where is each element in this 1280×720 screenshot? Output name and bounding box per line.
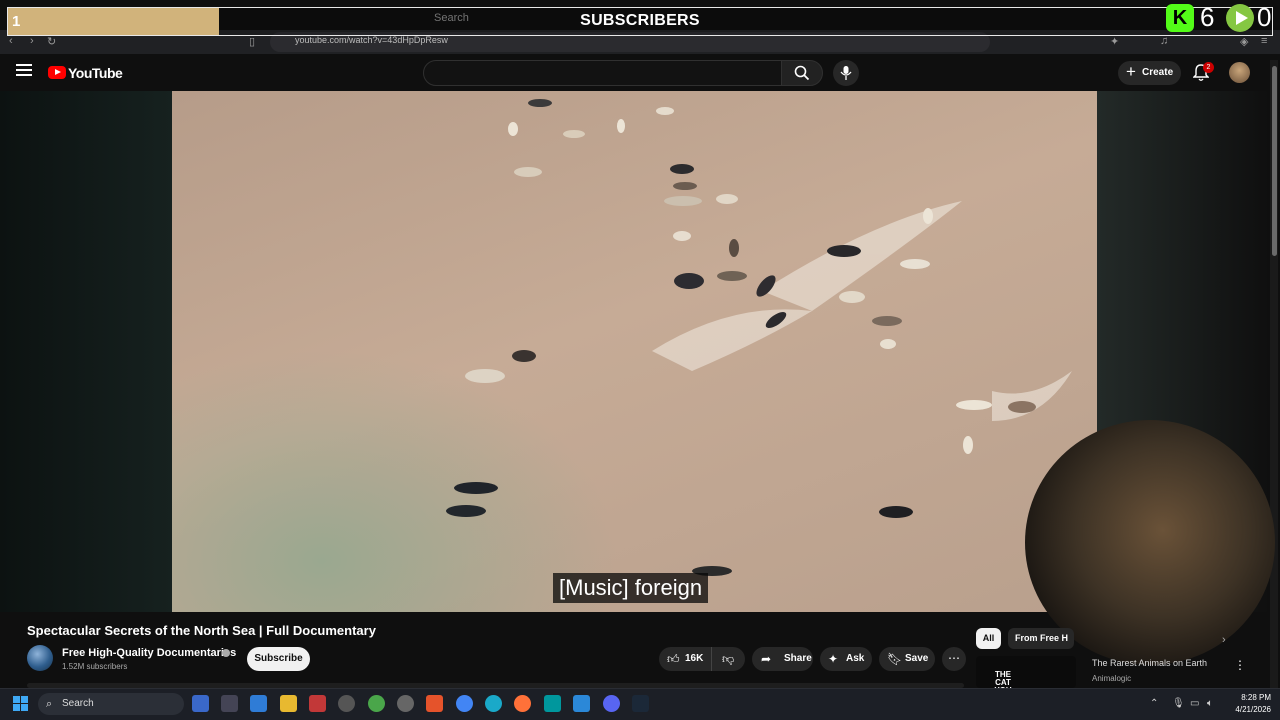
volume-icon[interactable]: 🔈︎ [1207, 698, 1213, 709]
taskbar-search[interactable]: ⌕ Search [38, 693, 184, 715]
ambient-glow-left [0, 91, 172, 612]
chevron-right-icon[interactable]: › [1222, 634, 1226, 646]
channel-avatar[interactable] [27, 645, 53, 671]
network-icon[interactable]: ▭ [1190, 698, 1199, 709]
rumble-count: 0 [1257, 2, 1272, 32]
hamburger-menu-icon[interactable] [16, 64, 32, 78]
account-avatar[interactable] [1229, 62, 1250, 83]
steam-icon[interactable] [632, 695, 649, 712]
file-explorer-icon[interactable] [280, 695, 297, 712]
chrome-icon[interactable] [456, 695, 473, 712]
firefox-icon[interactable] [514, 695, 531, 712]
share-button[interactable]: ➦ Share [752, 647, 813, 671]
app-icon[interactable] [397, 695, 414, 712]
app-icon[interactable] [250, 695, 267, 712]
like-button[interactable]: 👍︎ 16K [659, 647, 711, 671]
windows-start-icon[interactable] [13, 696, 29, 712]
kick-count: 6 [1200, 2, 1215, 32]
scrollbar-thumb[interactable] [1272, 66, 1277, 256]
bookmark-save-icon: 🔖︎ [887, 652, 903, 666]
share-arrow-icon: ➦ [761, 652, 772, 666]
microphone-icon [840, 66, 852, 80]
channel-name[interactable]: Free High-Quality Documentaries [62, 647, 236, 659]
video-player[interactable] [172, 91, 1097, 612]
chip-all[interactable]: All [976, 628, 1001, 649]
ask-label: Ask [846, 653, 865, 664]
vscode-icon[interactable] [573, 695, 590, 712]
share-label: Share [784, 653, 812, 664]
kick-icon: K [1166, 4, 1194, 32]
voice-search-button[interactable] [833, 60, 859, 86]
taskbar-search-icon: ⌕ [46, 698, 53, 710]
brave-browser-icon[interactable] [426, 695, 443, 712]
subscriber-label: SUBSCRIBERS [580, 12, 700, 29]
video-caption: [Music] foreign [553, 573, 709, 603]
ask-button[interactable]: ✦ Ask [820, 647, 872, 671]
chevron-up-icon[interactable]: ⌃ [1150, 698, 1158, 709]
taskbar-search-label: Search [62, 698, 94, 709]
microphone-tray-icon[interactable]: 🎙︎ [1172, 698, 1185, 709]
youtube-logo-icon[interactable] [48, 66, 66, 79]
thumbs-up-icon: 👍︎ [667, 652, 680, 666]
like-count: 16K [685, 653, 704, 664]
video-title: Spectacular Secrets of the North Sea | F… [27, 623, 376, 638]
app-icon[interactable] [221, 695, 238, 712]
recommended-video-channel[interactable]: Animalogic [1092, 674, 1131, 683]
youtube-header: YouTube Create 2 [0, 54, 1280, 91]
app-icon[interactable] [368, 695, 385, 712]
app-icon[interactable] [309, 695, 326, 712]
more-actions-icon[interactable]: ⋯ [942, 647, 966, 671]
chip-from-channel[interactable]: From Free H [1008, 628, 1074, 649]
clock-date[interactable]: 4/21/2026 [1227, 705, 1271, 714]
more-options-icon[interactable]: ⋮ [1234, 658, 1246, 672]
channel-subscriber-count: 1.52M subscribers [62, 662, 128, 671]
verified-badge-icon [222, 649, 230, 657]
create-button[interactable]: Create [1118, 60, 1181, 85]
discord-icon[interactable] [603, 695, 620, 712]
search-button[interactable] [781, 60, 823, 86]
thumbs-down-icon: 👎︎ [722, 652, 735, 666]
notification-count-badge: 2 [1203, 62, 1214, 73]
youtube-logo-text[interactable]: YouTube [68, 65, 123, 81]
clock-time[interactable]: 8:28 PM [1227, 693, 1271, 702]
sparkle-icon: ✦ [828, 652, 839, 666]
stream-overlay: 1 SUBSCRIBERS K 6 0 [0, 0, 1280, 38]
app-icon[interactable] [338, 695, 355, 712]
taskview-icon[interactable] [192, 695, 209, 712]
dislike-button[interactable]: 👎︎ [711, 647, 745, 671]
search-input[interactable] [423, 60, 782, 86]
rumble-icon [1226, 4, 1254, 32]
seals-on-sandbank-image [446, 99, 1072, 576]
edge-icon[interactable] [485, 695, 502, 712]
recommended-video-title[interactable]: The Rarest Animals on Earth [1092, 658, 1207, 668]
search-icon [794, 65, 810, 81]
save-label: Save [905, 653, 929, 664]
save-button[interactable]: 🔖︎ Save [879, 647, 935, 671]
subscribe-button[interactable]: Subscribe [247, 647, 310, 671]
app-icon[interactable] [544, 695, 561, 712]
